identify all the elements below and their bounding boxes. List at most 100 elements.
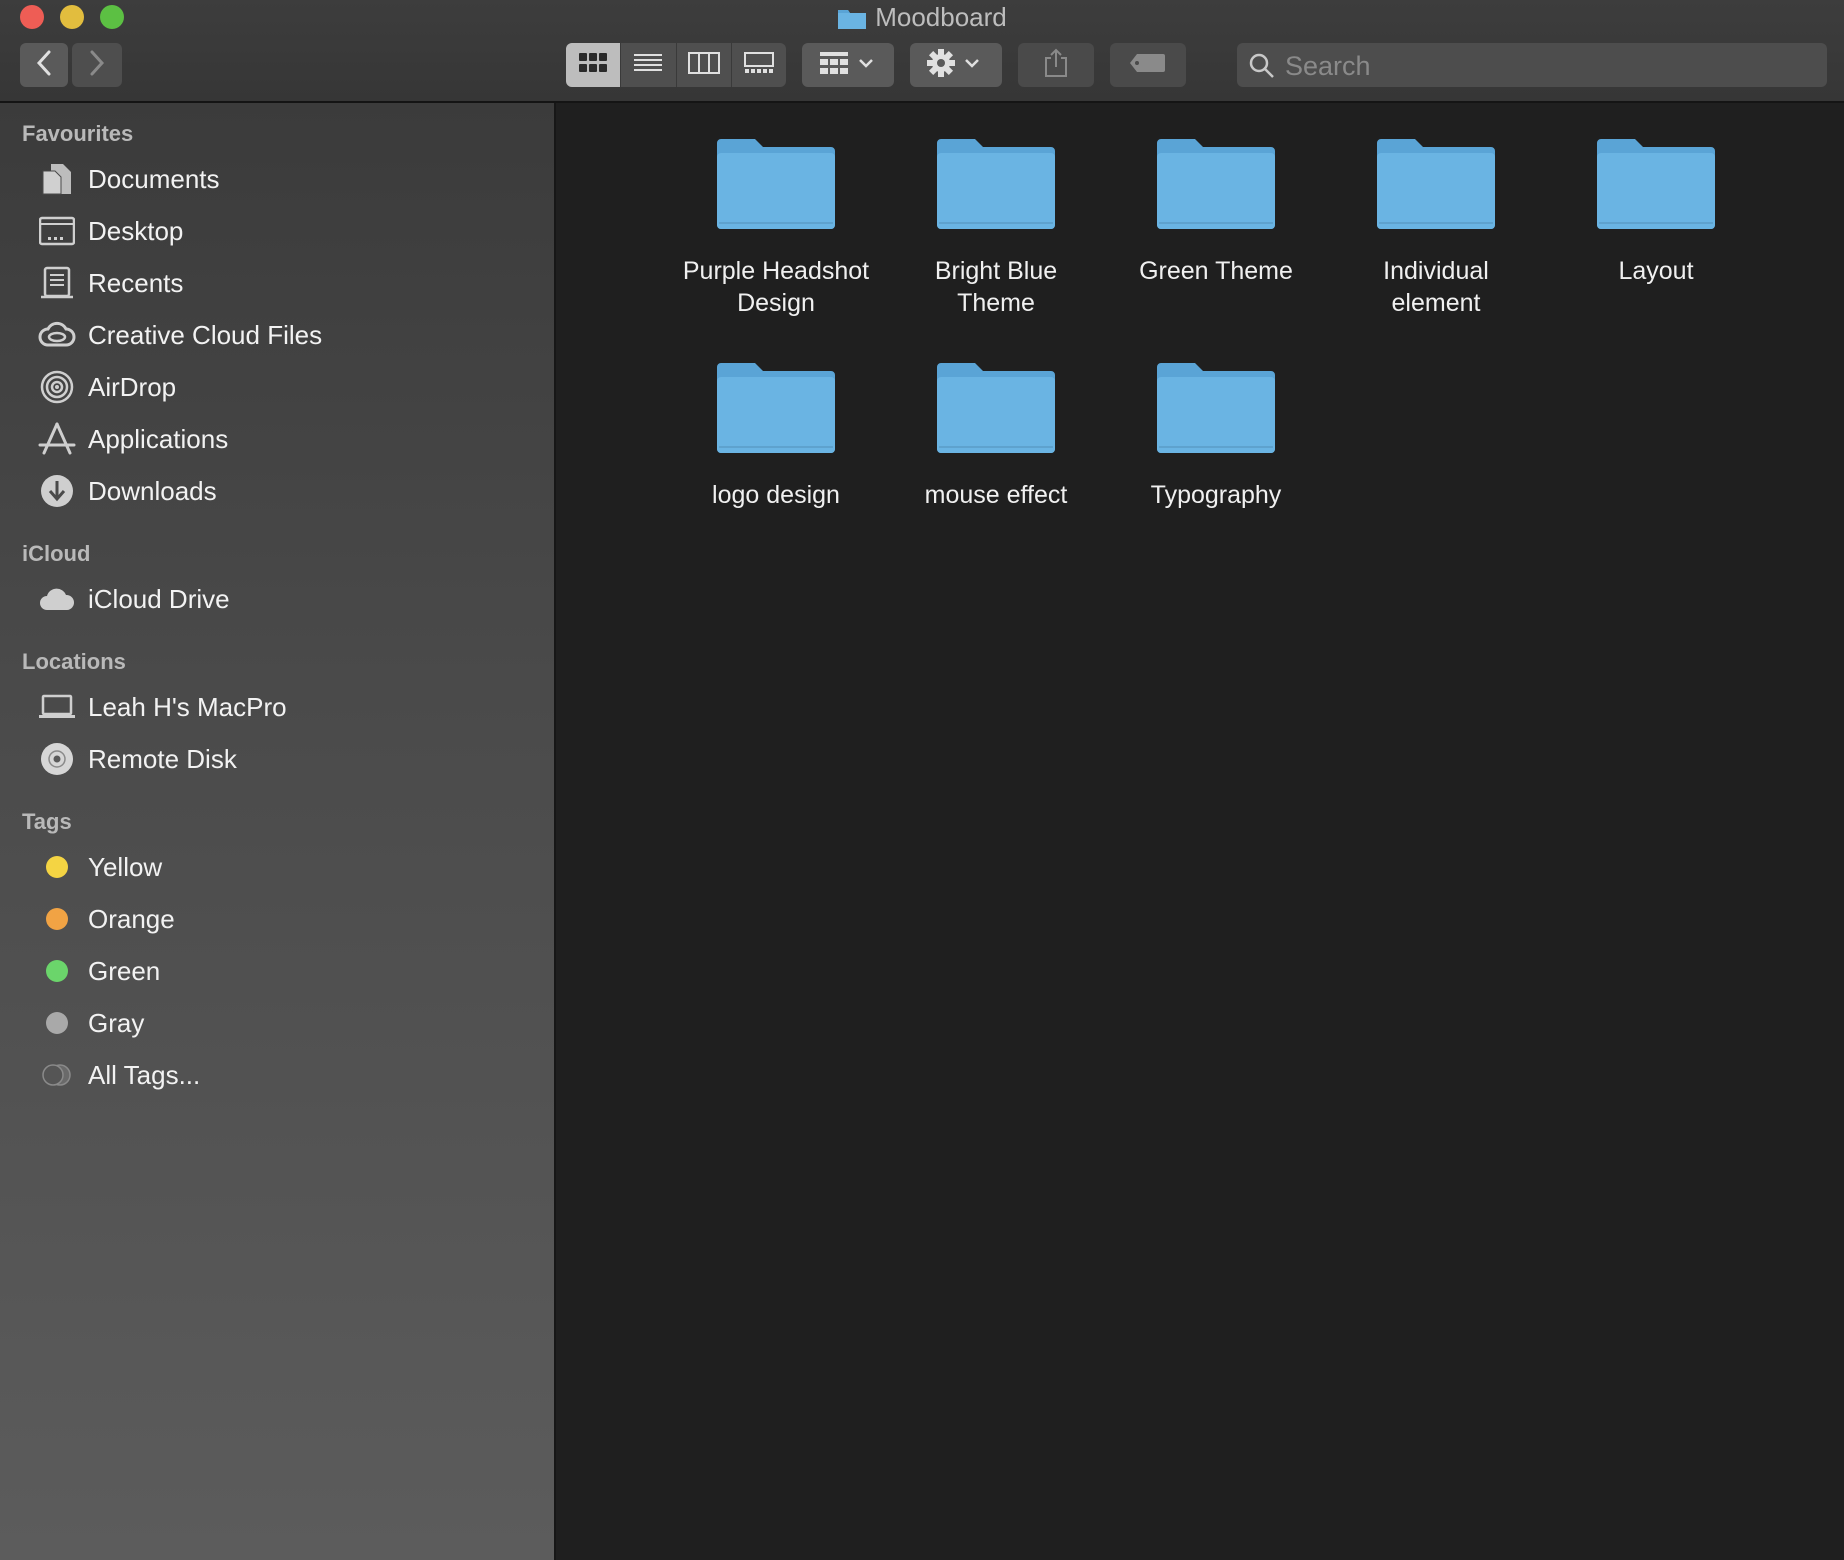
folder-icon bbox=[715, 359, 837, 455]
folder-item[interactable]: Individual element bbox=[1336, 135, 1536, 319]
sidebar-item-remote-disk[interactable]: Remote Disk bbox=[36, 737, 536, 781]
yellow-tag-dot-icon bbox=[46, 856, 68, 878]
gray-tag-dot-icon bbox=[46, 1012, 68, 1034]
folder-item[interactable]: Green Theme bbox=[1116, 135, 1316, 287]
sidebar-section-icloud: iCloud bbox=[22, 541, 91, 566]
sidebar-item-macpro[interactable]: Leah H's MacPro bbox=[36, 685, 536, 729]
folder-icon bbox=[1155, 359, 1277, 455]
folder-icon bbox=[1155, 135, 1277, 231]
sidebar-tag-orange[interactable]: Orange bbox=[36, 897, 536, 941]
folder-item[interactable]: Purple Headshot Design bbox=[676, 135, 876, 319]
sidebar-item-label: Desktop bbox=[88, 215, 184, 246]
sidebar-item-label: Downloads bbox=[88, 475, 217, 506]
cloud-icon bbox=[36, 579, 78, 619]
window-title-text: Moodboard bbox=[875, 2, 1007, 32]
sidebar-item-label: Creative Cloud Files bbox=[88, 319, 323, 350]
folder-item[interactable]: mouse effect bbox=[896, 359, 1096, 511]
sidebar-item-desktop[interactable]: Desktop bbox=[36, 209, 536, 253]
gallery-view-button[interactable] bbox=[732, 43, 786, 87]
action-menu-button[interactable] bbox=[910, 43, 1002, 87]
columns-icon bbox=[687, 51, 720, 79]
folder-icon bbox=[1375, 135, 1497, 231]
chevron-right-icon bbox=[88, 49, 106, 82]
chevron-left-icon bbox=[35, 49, 53, 82]
disc-icon bbox=[36, 739, 78, 779]
sidebar-section-locations: Locations bbox=[22, 649, 126, 674]
recents-icon bbox=[36, 263, 78, 303]
column-view-button[interactable] bbox=[677, 43, 732, 87]
back-button[interactable] bbox=[20, 43, 68, 87]
all-tags-icon bbox=[36, 1055, 78, 1095]
share-button[interactable] bbox=[1018, 43, 1094, 87]
group-by-button[interactable] bbox=[802, 43, 894, 87]
folder-name: Layout bbox=[1618, 257, 1694, 285]
sidebar-item-documents[interactable]: Documents bbox=[36, 157, 536, 201]
grid-icon bbox=[578, 51, 608, 80]
group-grid-icon bbox=[820, 50, 876, 81]
view-mode-selector bbox=[566, 43, 786, 87]
share-icon bbox=[1043, 48, 1069, 83]
sidebar-section-tags: Tags bbox=[22, 809, 72, 834]
orange-tag-dot-icon bbox=[46, 908, 68, 930]
desktop-icon bbox=[36, 211, 78, 251]
sidebar-section-favourites: Favourites bbox=[22, 121, 134, 146]
sidebar-item-icloud-drive[interactable]: iCloud Drive bbox=[36, 577, 536, 621]
sidebar-item-downloads[interactable]: Downloads bbox=[36, 469, 536, 513]
gear-icon bbox=[926, 48, 986, 83]
sidebar-item-label: Applications bbox=[88, 423, 229, 454]
folder-name: Typography bbox=[1150, 481, 1282, 509]
creative-cloud-icon bbox=[36, 315, 78, 355]
downloads-icon bbox=[36, 471, 78, 511]
folder-icon bbox=[935, 135, 1057, 231]
forward-button[interactable] bbox=[72, 43, 122, 87]
folder-item[interactable]: Bright Blue Theme bbox=[896, 135, 1096, 319]
sidebar-item-label: Gray bbox=[88, 1007, 145, 1038]
folder-name: mouse effect bbox=[924, 481, 1068, 509]
folder-name: Green Theme bbox=[1139, 257, 1293, 285]
applications-icon bbox=[36, 419, 78, 459]
folder-item[interactable]: Layout bbox=[1556, 135, 1756, 287]
sidebar-item-label: Remote Disk bbox=[88, 743, 237, 774]
sidebar-tag-green[interactable]: Green bbox=[36, 949, 536, 993]
sidebar-item-creative-cloud[interactable]: Creative Cloud Files bbox=[36, 313, 536, 357]
sidebar-item-label: Recents bbox=[88, 267, 184, 298]
sidebar-item-recents[interactable]: Recents bbox=[36, 261, 536, 305]
sidebar-tag-gray[interactable]: Gray bbox=[36, 1001, 536, 1045]
sidebar-item-label: Green bbox=[88, 955, 161, 986]
sidebar-item-applications[interactable]: Applications bbox=[36, 417, 536, 461]
folder-icon bbox=[935, 359, 1057, 455]
sidebar-item-label: Yellow bbox=[88, 851, 163, 882]
folder-name: Purple Headshot Design bbox=[682, 257, 870, 317]
sidebar-item-label: Documents bbox=[88, 163, 220, 194]
sidebar-item-label: AirDrop bbox=[88, 371, 177, 402]
folder-name: Individual element bbox=[1383, 257, 1489, 317]
list-view-button[interactable] bbox=[621, 43, 677, 87]
sidebar-all-tags[interactable]: All Tags... bbox=[36, 1053, 536, 1097]
list-icon bbox=[633, 52, 663, 79]
folder-icon bbox=[837, 4, 867, 38]
sidebar-item-airdrop[interactable]: AirDrop bbox=[36, 365, 536, 409]
folder-icon bbox=[715, 135, 837, 231]
toolbar: Moodboard bbox=[0, 0, 1844, 103]
window-title: Moodboard bbox=[0, 0, 1844, 34]
laptop-icon bbox=[36, 687, 78, 727]
documents-icon bbox=[36, 159, 78, 199]
search-input[interactable] bbox=[1283, 43, 1817, 89]
sidebar-item-label: iCloud Drive bbox=[88, 583, 230, 614]
sidebar-tag-yellow[interactable]: Yellow bbox=[36, 845, 536, 889]
icon-view-button[interactable] bbox=[566, 43, 622, 87]
sidebar-item-label: All Tags... bbox=[88, 1059, 201, 1090]
sidebar-item-label: Orange bbox=[88, 903, 175, 934]
tag-button[interactable] bbox=[1110, 43, 1186, 87]
gallery-icon bbox=[743, 51, 775, 79]
folder-name: Bright Blue Theme bbox=[934, 257, 1058, 317]
sidebar: Favourites Documents Desktop Recents Cre… bbox=[0, 103, 556, 1560]
folder-item[interactable]: logo design bbox=[676, 359, 876, 511]
sidebar-item-label: Leah H's MacPro bbox=[88, 691, 287, 722]
airdrop-icon bbox=[36, 367, 78, 407]
green-tag-dot-icon bbox=[46, 960, 68, 982]
search-field[interactable] bbox=[1237, 43, 1827, 89]
finder-window: Moodboard Search Favourites Documents De… bbox=[0, 0, 1844, 1560]
tag-icon bbox=[1129, 52, 1167, 79]
folder-item[interactable]: Typography bbox=[1116, 359, 1316, 511]
